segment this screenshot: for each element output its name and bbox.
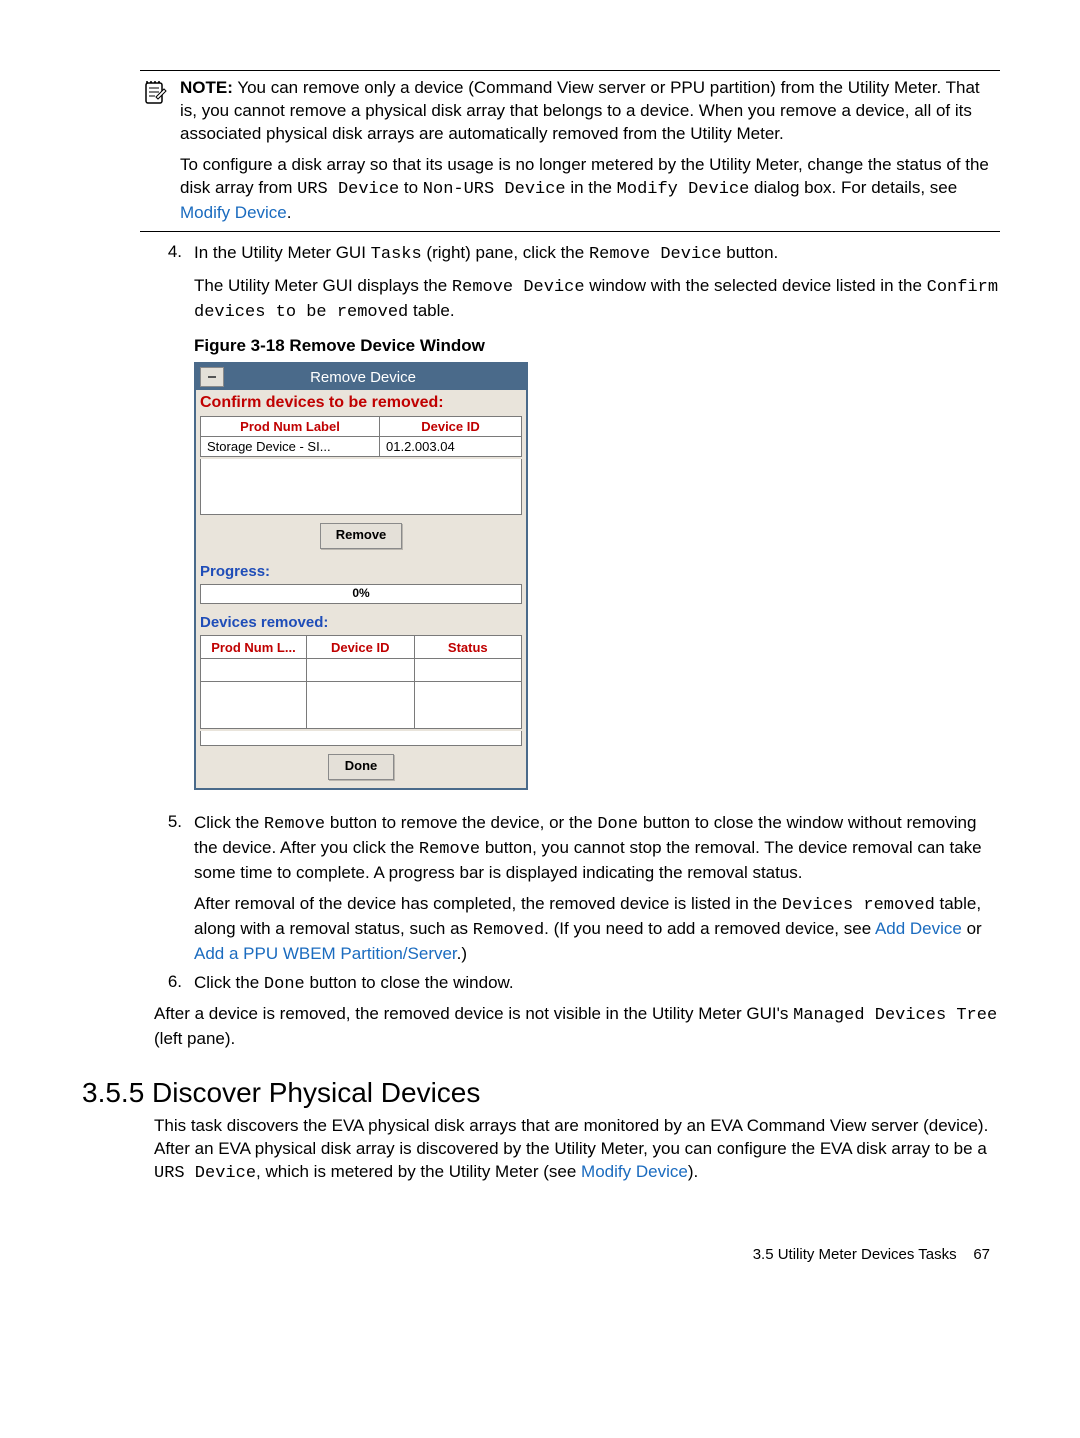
step-6-num: 6. <box>140 972 194 997</box>
cell-prod: Storage Device - SI... <box>201 437 380 457</box>
footer-label: 3.5 Utility Meter Devices Tasks <box>753 1246 957 1263</box>
top-rule <box>140 70 1000 71</box>
confirm-heading: Confirm devices to be removed: <box>196 390 526 414</box>
s5-l1b: button to remove the device, or the <box>325 813 597 832</box>
s4-l1a: In the Utility Meter GUI <box>194 243 371 262</box>
step-6: 6. Click the Done button to close the wi… <box>140 972 1000 997</box>
s5-l2d: or <box>962 919 982 938</box>
s4-l1c: button. <box>722 243 779 262</box>
table-row[interactable]: Storage Device - SI... 01.2.003.04 <box>201 437 522 457</box>
dialog-titlebar: Remove Device <box>196 364 526 390</box>
col2-prod: Prod Num L... <box>201 636 307 659</box>
s5-m4: Devices removed <box>782 896 935 915</box>
done-button[interactable]: Done <box>328 754 394 780</box>
sec-m1: URS Device <box>154 1164 256 1183</box>
mono-non-urs: Non-URS Device <box>423 180 566 199</box>
step-5: 5. Click the Remove button to remove the… <box>140 812 1000 966</box>
s4-l2a: The Utility Meter GUI displays the <box>194 276 452 295</box>
note-bottom-rule <box>140 231 1000 232</box>
note-text-2d: dialog box. For details, see <box>749 178 957 197</box>
link-modify-device-1[interactable]: Modify Device <box>180 203 287 222</box>
remove-button[interactable]: Remove <box>320 523 402 549</box>
footer-page: 67 <box>973 1246 990 1263</box>
step-4-num: 4. <box>140 242 194 325</box>
progress-bar: 0% <box>200 584 522 604</box>
s6-m1: Done <box>264 975 305 994</box>
section-heading: 3.5.5 Discover Physical Devices <box>82 1077 1000 1109</box>
note-block: NOTE: You can remove only a device (Comm… <box>140 77 1000 225</box>
dialog-title: Remove Device <box>230 369 526 386</box>
table-row <box>201 682 522 729</box>
s4-l2c: table. <box>408 301 454 320</box>
sec-b2: , which is metered by the Utility Meter … <box>256 1162 581 1181</box>
s6-l1a: Click the <box>194 973 264 992</box>
s5-m5: Removed <box>473 921 544 940</box>
remove-device-screenshot: Remove Device Confirm devices to be remo… <box>194 362 1000 790</box>
s5-m3: Remove <box>419 840 480 859</box>
note-label: NOTE: <box>180 78 233 97</box>
removed-table-empty <box>200 731 522 746</box>
confirm-table: Prod Num Label Device ID Storage Device … <box>200 416 522 457</box>
s4-l1b: (right) pane, click the <box>422 243 589 262</box>
s6-l1b: button to close the window. <box>305 973 514 992</box>
progress-heading: Progress: <box>196 557 526 582</box>
mono-modify: Modify Device <box>617 180 750 199</box>
s5-l2a: After removal of the device has complete… <box>194 894 782 913</box>
confirm-table-empty <box>200 459 522 515</box>
page-footer: 3.5 Utility Meter Devices Tasks 67 <box>140 1246 1000 1263</box>
cell-dev: 01.2.003.04 <box>380 437 522 457</box>
note-icon <box>140 79 180 116</box>
after-m1: Managed Devices Tree <box>793 1006 997 1025</box>
s4-m3: Remove Device <box>452 278 585 297</box>
sec-b3: ). <box>688 1162 698 1181</box>
link-add-device[interactable]: Add Device <box>875 919 962 938</box>
note-text-2e: . <box>287 203 292 222</box>
s5-l1a: Click the <box>194 813 264 832</box>
mono-urs: URS Device <box>297 180 399 199</box>
link-modify-device-2[interactable]: Modify Device <box>581 1162 688 1181</box>
step-5-num: 5. <box>140 812 194 966</box>
note-text-2c: in the <box>566 178 617 197</box>
after-l1a: After a device is removed, the removed d… <box>154 1004 793 1023</box>
sec-b1: This task discovers the EVA physical dis… <box>154 1116 988 1158</box>
table-row <box>201 659 522 682</box>
link-add-ppu[interactable]: Add a PPU WBEM Partition/Server <box>194 944 457 963</box>
note-text-1: You can remove only a device (Command Vi… <box>180 78 980 143</box>
removed-heading: Devices removed: <box>196 608 526 633</box>
col2-dev: Device ID <box>306 636 414 659</box>
s5-m2: Done <box>597 815 638 834</box>
s4-m1: Tasks <box>371 245 422 264</box>
s5-m1: Remove <box>264 815 325 834</box>
minimize-icon[interactable] <box>200 367 224 387</box>
col-device-id: Device ID <box>380 417 522 437</box>
col2-status: Status <box>414 636 521 659</box>
s5-l2c: . (If you need to add a removed device, … <box>544 919 875 938</box>
step-4: 4. In the Utility Meter GUI Tasks (right… <box>140 242 1000 325</box>
after-l1b: (left pane). <box>154 1029 235 1048</box>
s4-m2: Remove Device <box>589 245 722 264</box>
col-prod-num: Prod Num Label <box>201 417 380 437</box>
removed-table: Prod Num L... Device ID Status <box>200 635 522 729</box>
s4-l2b: window with the selected device listed i… <box>585 276 927 295</box>
s5-l2e: .) <box>457 944 467 963</box>
figure-caption: Figure 3-18 Remove Device Window <box>194 336 1000 356</box>
note-text-2b: to <box>399 178 423 197</box>
